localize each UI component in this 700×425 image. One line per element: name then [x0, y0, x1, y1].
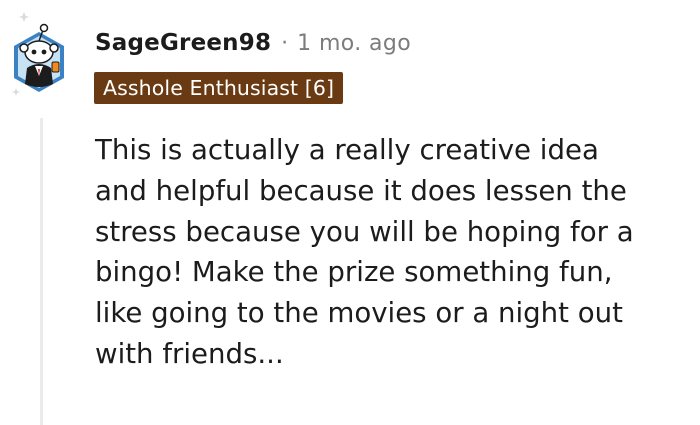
comment: SageGreen98 · 1 mo. ago Asshole Enthusia… [0, 0, 700, 425]
comment-body-line: and helpful because it does lessen the [95, 173, 627, 207]
comment-body-line: This is actually a really creative idea [95, 133, 599, 166]
thread-collapse-line[interactable] [40, 118, 43, 425]
comment-body-line: with friends... [95, 336, 284, 370]
comment-body-line: like going to the movies or a night out [95, 296, 623, 330]
meta-separator: · [281, 30, 289, 56]
snoo-avatar-icon [12, 12, 64, 96]
user-avatar[interactable] [10, 10, 68, 102]
username-link[interactable]: SageGreen98 [95, 30, 271, 56]
comment-body-line: stress because you will be hoping for a [95, 214, 634, 248]
comment-body-line: bingo! Make the prize something fun, [95, 255, 613, 289]
comment-body: This is actually a really creative idea … [95, 130, 690, 375]
timestamp-link[interactable]: 1 mo. ago [297, 31, 411, 56]
user-flair: Asshole Enthusiast [6] [94, 72, 344, 104]
comment-meta: SageGreen98 · 1 mo. ago [95, 27, 411, 59]
